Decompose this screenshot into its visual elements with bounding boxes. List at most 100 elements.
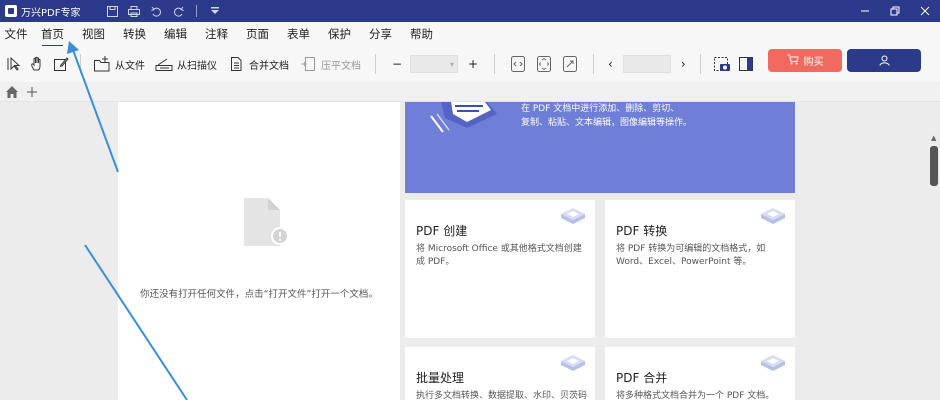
from-file-label: 从文件 [115,60,145,72]
menu-comment[interactable]: 注释 [196,26,237,42]
new-tab-icon[interactable] [24,84,40,100]
zoom-out-button[interactable]: − [388,55,406,73]
scroll-up-arrow-icon[interactable]: ▲ [931,134,936,142]
edit-illustration-icon [427,102,511,140]
screenshot-button[interactable] [713,55,731,73]
separator [80,54,81,74]
chevron-down-icon: ▾ [449,59,454,69]
card-title: 批量处理 [416,371,465,385]
app-logo-icon [5,5,17,17]
batch-process-icon [559,353,587,377]
menu-home[interactable]: 首页 [32,26,73,47]
fit-width-icon [509,55,527,73]
flatten-label: 压平文档 [321,60,361,72]
banner-line-2: 复制、粘贴、文本编辑，图像编辑等操作。 [521,118,693,128]
screenshot-icon [713,55,731,73]
hand-icon [28,55,46,73]
zoom-in-button[interactable]: + [464,55,482,73]
empty-document-icon [242,196,289,252]
minimize-button[interactable] [850,0,880,22]
banner-line-1: 在 PDF 文档中进行添加、删除、剪切、 [521,104,680,114]
from-scanner-label: 从扫描仪 [177,60,217,72]
card-title: PDF 创建 [416,224,468,238]
account-button[interactable] [847,49,921,72]
reading-mode-button[interactable] [737,55,755,73]
separator [494,54,495,74]
card-description: 将 Microsoft Office 或其他格式文档创建成 PDF。 [416,244,582,267]
from-file-button[interactable]: 从文件 [93,55,145,73]
zoom-in-icon: + [467,57,479,71]
fit-page-icon [535,55,553,73]
fit-width-button[interactable] [509,55,527,73]
card-description: 将 PDF 转换为可编辑的文档格式，如 Word、Excel、PowerPoin… [616,244,766,267]
batch-process-card[interactable]: 批量处理 执行多文档转换、数据提取、水印、贝茨码 [405,347,595,400]
start-page: 你还没有打开任何文件，点击“打开文件”打开一个文档。 在 PDF 文档中进行添加… [0,102,940,400]
pdf-merge-card[interactable]: PDF 合并 将多种格式文档合并为一个 PDF 文档。 [605,347,795,400]
actual-size-icon [561,55,579,73]
buy-label: 购买 [803,57,824,68]
merge-pdf-icon [759,353,787,377]
redo-icon[interactable] [170,3,186,19]
window-controls [850,0,940,22]
flatten-icon [299,55,317,73]
recent-files-panel: 你还没有打开任何文件，点击“打开文件”打开一个文档。 [118,102,400,400]
prev-page-button[interactable]: ‹ [608,57,613,71]
menu-share[interactable]: 分享 [360,26,401,42]
menu-view[interactable]: 视图 [73,26,114,42]
cart-icon [787,54,799,68]
from-scanner-button[interactable]: 从扫描仪 [155,55,217,73]
print-icon[interactable] [126,3,142,19]
save-icon[interactable] [104,3,120,19]
card-description: 执行多文档转换、数据提取、水印、贝茨码 [416,391,588,400]
separator [375,54,376,74]
menu-edit[interactable]: 编辑 [155,26,196,42]
card-description: 将多种格式文档合并为一个 PDF 文档。 [616,391,775,400]
vertical-scrollbar-thumb[interactable] [930,146,938,186]
customize-dropdown-icon[interactable] [207,3,223,19]
edit-icon [52,55,70,73]
app-title: 万兴PDF专家 [21,7,81,19]
create-pdf-icon [559,206,587,230]
flatten-button[interactable]: 压平文档 [299,55,361,73]
title-bar: 万兴PDF专家 [0,0,940,22]
edit-feature-banner[interactable]: 在 PDF 文档中进行添加、删除、剪切、 复制、粘贴、文本编辑，图像编辑等操作。 [405,102,795,193]
next-page-button[interactable]: › [681,57,686,71]
menu-form[interactable]: 表单 [278,26,319,42]
edit-tool[interactable] [52,55,70,73]
close-button[interactable] [910,0,940,22]
card-title: PDF 转换 [616,224,668,238]
zoom-select[interactable]: ▾ [410,55,458,73]
merge-docs-button[interactable]: 合并文档 [227,55,289,73]
cursor-icon [6,55,24,73]
pdf-convert-card[interactable]: PDF 转换 将 PDF 转换为可编辑的文档格式，如 Word、Excel、Po… [605,200,795,338]
home-icon[interactable] [4,84,20,100]
zoom-out-icon: − [391,57,403,71]
page-number-input[interactable] [622,55,671,73]
menu-help[interactable]: 帮助 [401,26,442,42]
menu-convert[interactable]: 转换 [114,26,155,42]
add-file-icon [93,55,111,73]
banner-text: 在 PDF 文档中进行添加、删除、剪切、 复制、粘贴、文本编辑，图像编辑等操作。 [521,102,692,130]
reading-mode-icon [737,55,755,73]
menu-bar: 文件 首页 视图 转换 编辑 注释 页面 表单 保护 分享 帮助 [0,22,940,47]
undo-icon[interactable] [148,3,164,19]
menu-protect[interactable]: 保护 [319,26,360,42]
menu-file[interactable]: 文件 [0,26,32,42]
restore-button[interactable] [880,0,910,22]
separator [593,54,594,74]
user-icon [879,51,890,70]
select-tool[interactable] [6,55,24,73]
pdf-create-card[interactable]: PDF 创建 将 Microsoft Office 或其他格式文档创建成 PDF… [405,200,595,338]
menu-page[interactable]: 页面 [237,26,278,42]
separator [196,5,198,17]
buy-button[interactable]: 购买 [768,49,842,72]
fit-page-button[interactable] [535,55,553,73]
scanner-icon [155,55,173,73]
quick-access-toolbar [104,3,223,19]
empty-state-message: 你还没有打开任何文件，点击“打开文件”打开一个文档。 [140,289,378,300]
merge-icon [227,55,245,73]
document-tab-strip [0,82,940,102]
actual-size-button[interactable] [561,55,579,73]
convert-pdf-icon [759,206,787,230]
hand-tool[interactable] [28,55,46,73]
